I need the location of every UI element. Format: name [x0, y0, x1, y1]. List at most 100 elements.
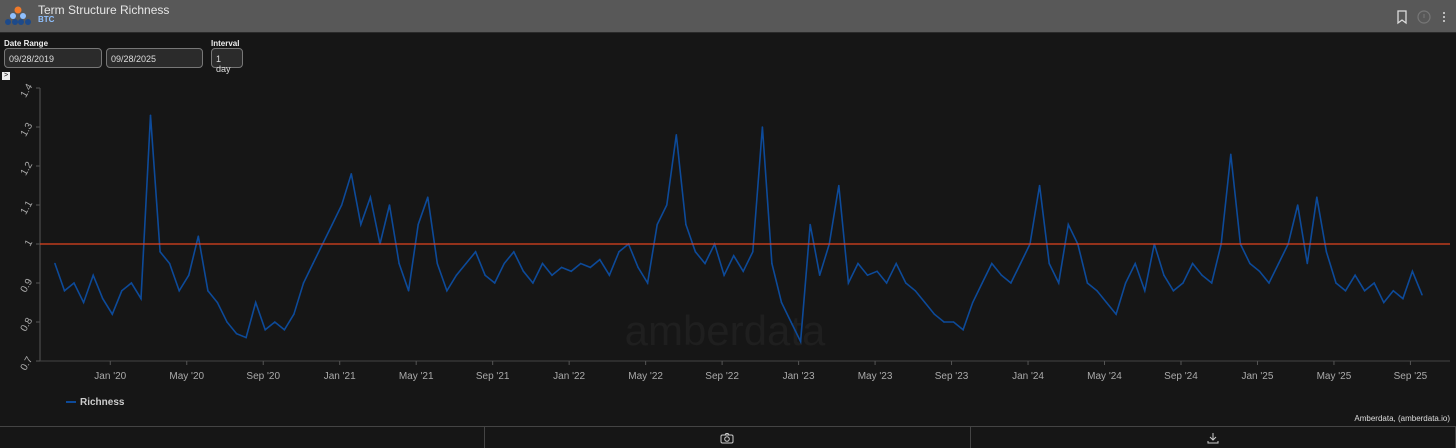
legend-richness[interactable]: Richness: [80, 397, 125, 408]
data-point: [293, 313, 295, 315]
screenshot-button[interactable]: [485, 427, 971, 448]
data-point: [742, 270, 745, 273]
data-point: [436, 262, 439, 265]
toolbar-slot: [0, 427, 486, 448]
data-point: [847, 282, 850, 284]
data-point: [665, 204, 668, 206]
x-tick-label: May '20: [169, 371, 204, 382]
data-point: [1163, 274, 1165, 276]
data-point: [637, 266, 639, 269]
data-point: [121, 290, 123, 292]
data-point: [1421, 293, 1423, 296]
x-tick-label: Jan '20: [94, 371, 126, 382]
amberdata-logo: [5, 6, 31, 25]
data-point: [92, 274, 94, 276]
y-tick-label: 0.9: [19, 277, 36, 295]
data-point: [981, 282, 984, 284]
data-point: [790, 321, 792, 323]
data-point: [235, 332, 238, 335]
data-point: [140, 297, 142, 300]
data-point: [685, 223, 687, 226]
data-point: [264, 329, 267, 331]
x-tick-label: Jan '22: [553, 371, 585, 382]
bottom-toolbar: [0, 426, 1456, 448]
data-point: [532, 282, 534, 284]
data-point: [1010, 282, 1012, 284]
data-point: [589, 266, 592, 269]
interval-label: Interval: [211, 39, 240, 48]
x-tick-label: Sep '24: [1164, 371, 1198, 382]
data-point: [426, 196, 429, 198]
data-point: [1172, 290, 1175, 292]
data-point: [1268, 282, 1270, 284]
y-tick-label: 1.3: [19, 121, 36, 139]
x-tick-label: Jan '24: [1012, 371, 1044, 382]
data-point: [1411, 270, 1414, 273]
data-point: [971, 301, 974, 304]
y-tick-label: 0.8: [19, 316, 36, 334]
y-tick-label: 0.7: [19, 355, 36, 373]
y-tick-label: 1: [23, 238, 36, 249]
data-point: [1335, 282, 1337, 284]
data-point: [857, 262, 859, 265]
data-point: [990, 262, 993, 265]
end-date-input[interactable]: 09/28/2025: [106, 48, 203, 68]
data-point: [484, 274, 486, 276]
x-tick-label: May '25: [1317, 371, 1352, 382]
download-icon: [1207, 432, 1219, 443]
data-point: [924, 301, 926, 304]
data-point: [656, 223, 658, 226]
data-point: [254, 301, 257, 304]
start-date-input[interactable]: 09/28/2019: [4, 48, 102, 68]
credit-text: Amberdata, (amberdata.io): [1354, 414, 1450, 423]
data-point: [407, 290, 410, 292]
data-point: [751, 251, 754, 253]
y-tick-label: 1.2: [19, 160, 36, 178]
x-tick-label: Sep '21: [476, 371, 510, 382]
data-point: [168, 262, 171, 265]
data-point: [226, 321, 228, 323]
expand-toggle[interactable]: >: [2, 72, 10, 80]
data-point: [799, 340, 802, 343]
download-button[interactable]: [971, 427, 1456, 448]
data-point: [73, 282, 75, 284]
data-point: [465, 262, 467, 265]
data-point: [1229, 153, 1232, 156]
header-bar: Term Structure Richness BTC: [0, 0, 1456, 33]
data-point: [1086, 282, 1089, 284]
more-options-icon[interactable]: [1436, 9, 1452, 25]
info-icon[interactable]: [1416, 9, 1432, 25]
interval-select[interactable]: 1 day: [211, 48, 243, 74]
data-point: [818, 274, 821, 276]
data-point: [608, 274, 611, 276]
data-point: [1258, 270, 1261, 273]
data-point: [732, 254, 735, 257]
data-point: [1373, 282, 1375, 284]
x-tick-label: Sep '22: [705, 371, 739, 382]
data-point: [1067, 223, 1070, 226]
data-point: [904, 282, 907, 284]
x-tick-label: Jan '25: [1242, 371, 1274, 382]
data-point: [130, 282, 133, 284]
x-tick-label: Sep '23: [935, 371, 969, 382]
data-point: [1382, 301, 1385, 304]
data-point: [1057, 282, 1060, 284]
data-point: [771, 262, 773, 265]
x-tick-label: Jan '21: [324, 371, 356, 382]
data-point: [1325, 251, 1328, 253]
data-point: [446, 290, 448, 292]
data-point: [1277, 262, 1280, 265]
data-point: [101, 297, 104, 300]
data-point: [675, 134, 678, 136]
camera-icon: [720, 432, 734, 443]
data-point: [54, 262, 56, 265]
data-point: [512, 251, 515, 253]
x-tick-label: May '23: [858, 371, 893, 382]
data-point: [704, 262, 706, 265]
data-point: [962, 329, 964, 331]
bookmark-icon[interactable]: [1394, 9, 1410, 25]
data-point: [560, 266, 563, 269]
data-point: [1182, 282, 1184, 284]
data-point: [474, 251, 477, 253]
data-point: [1143, 290, 1146, 292]
